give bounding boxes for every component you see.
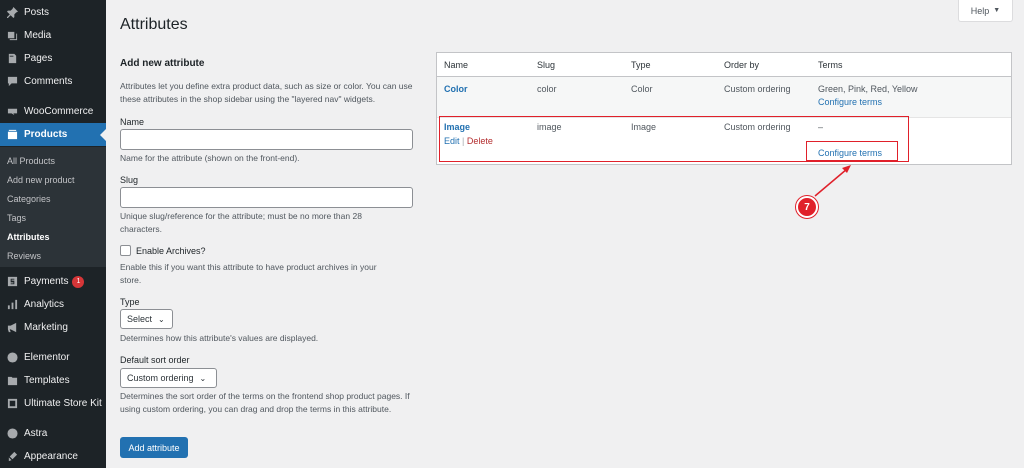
step-number-badge: 7 — [796, 196, 818, 218]
annotation-arrow — [814, 165, 851, 197]
